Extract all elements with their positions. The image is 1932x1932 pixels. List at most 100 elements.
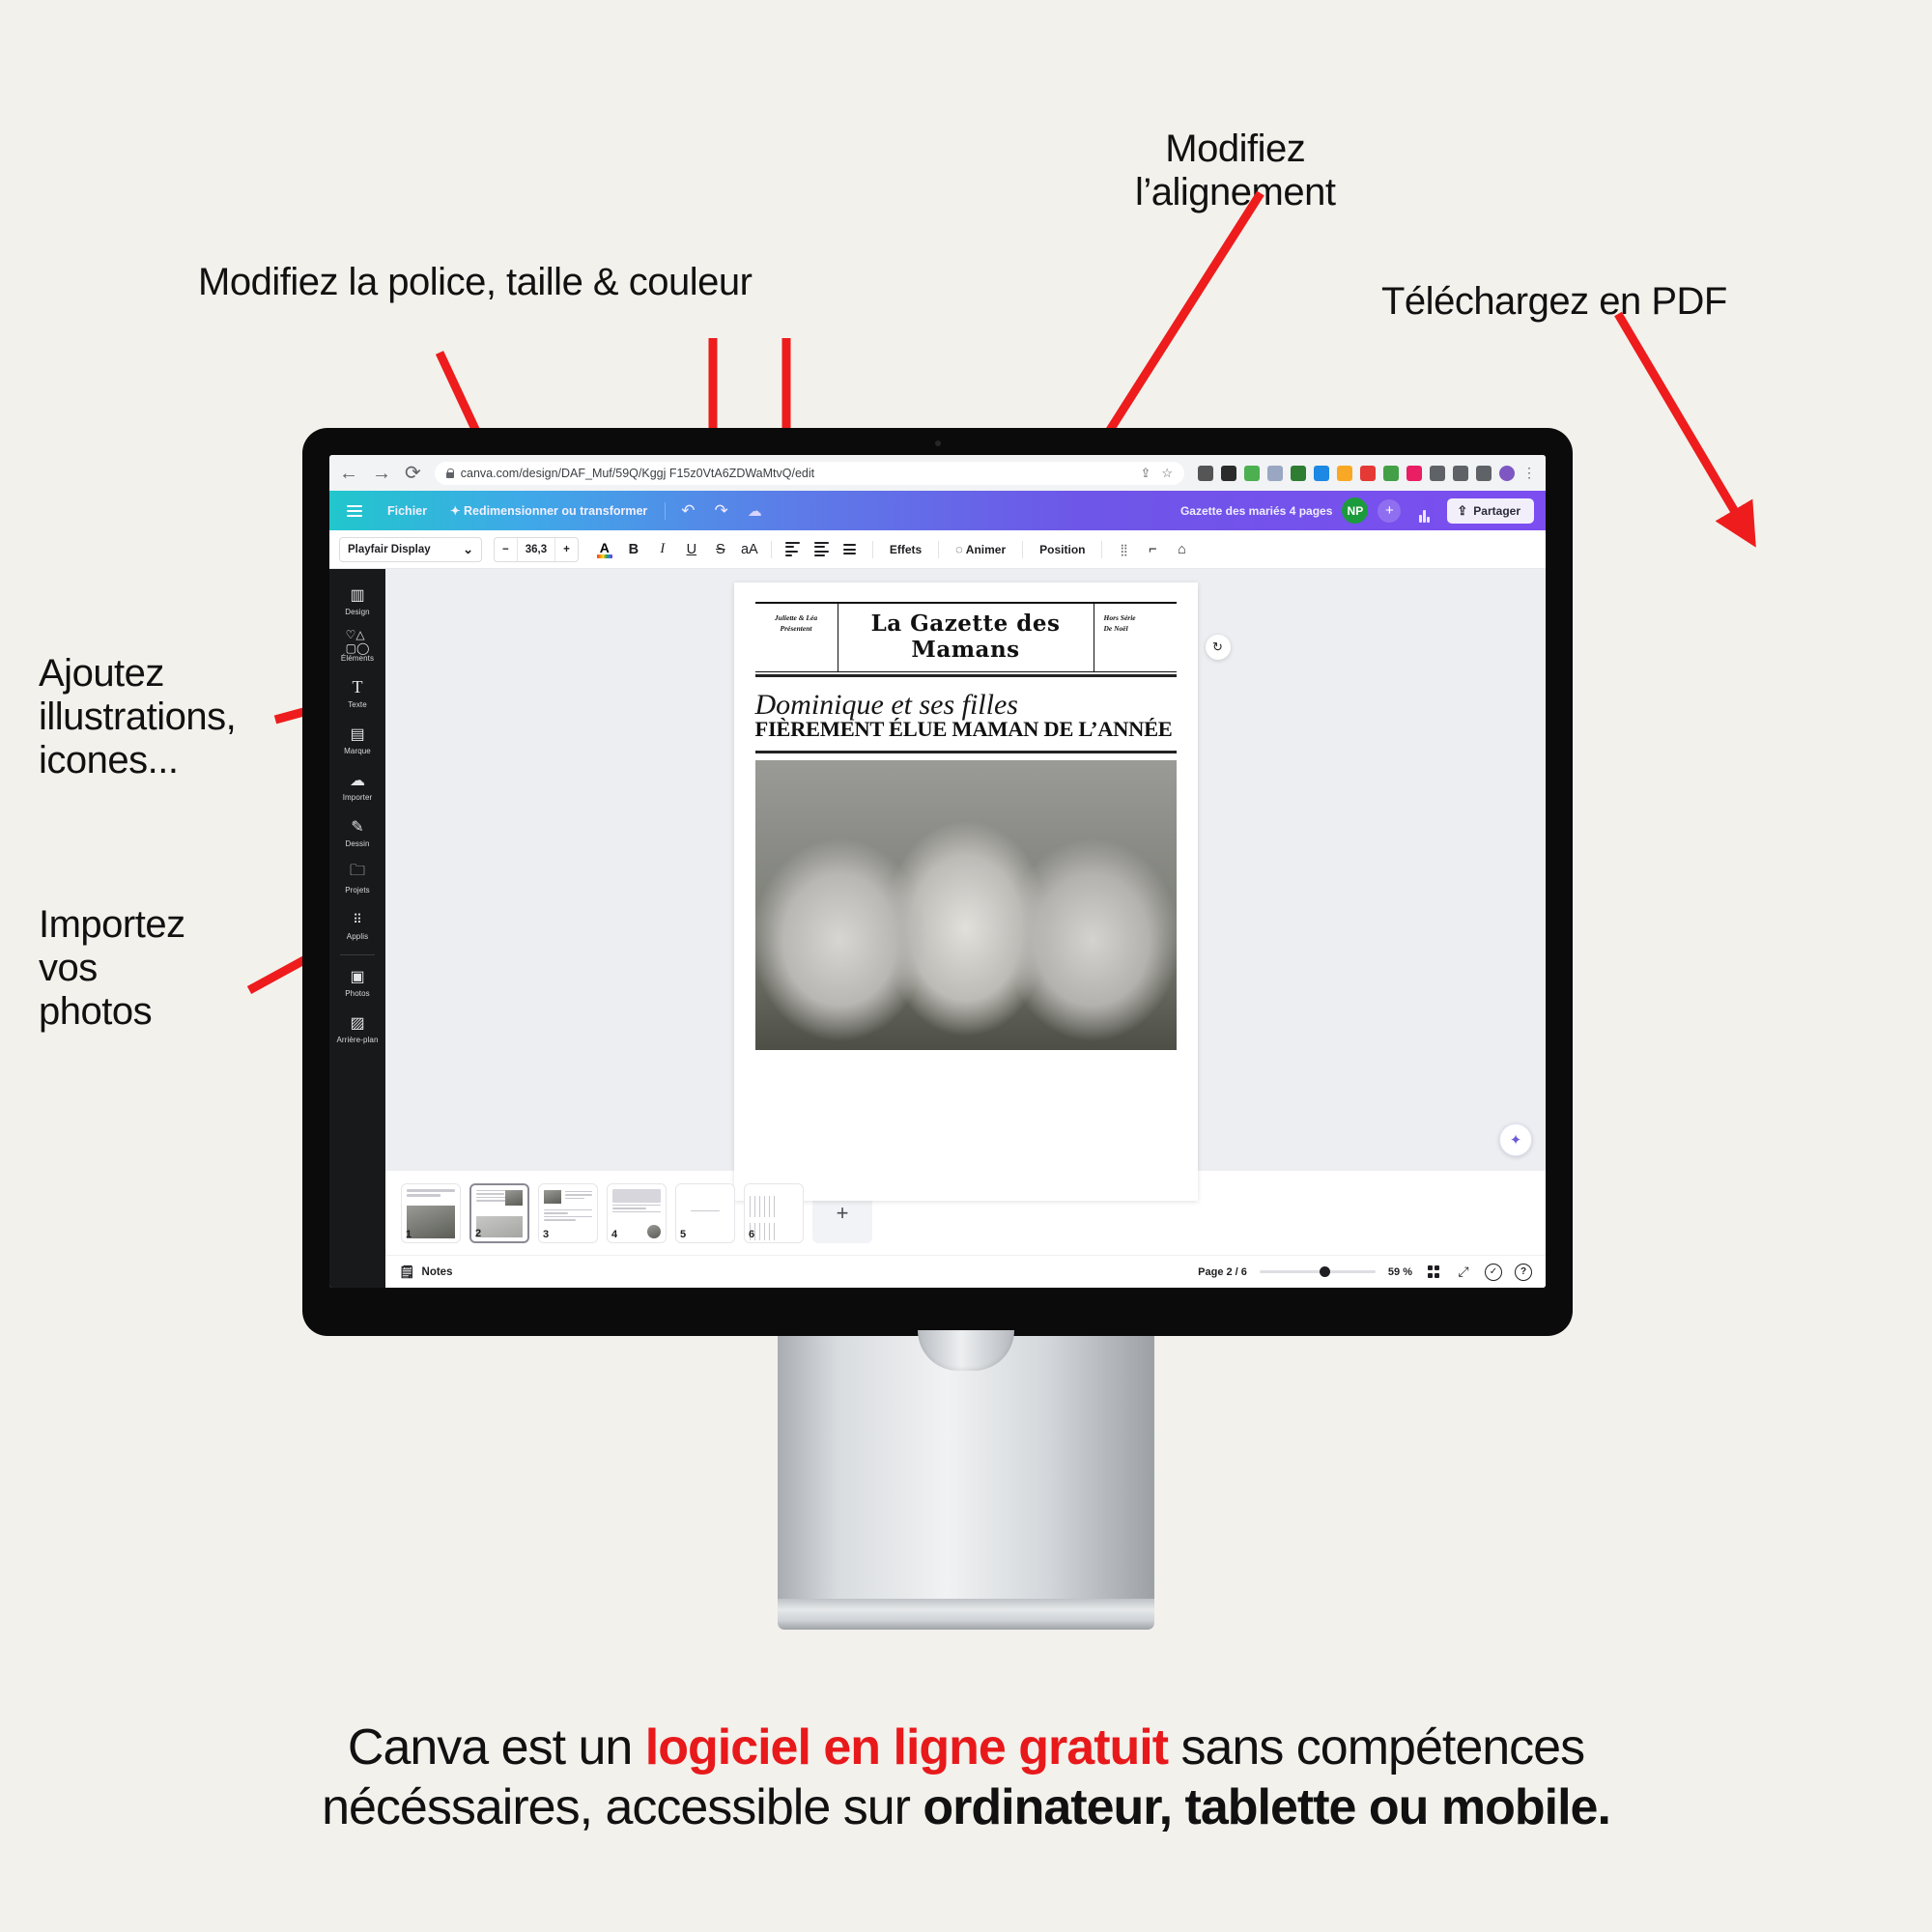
- masthead-title[interactable]: La Gazette des Mamans: [838, 604, 1094, 671]
- sidebar-item-brand[interactable]: ▤ Marque: [329, 716, 385, 762]
- text-color-letter: A: [599, 539, 610, 555]
- lock-icon[interactable]: ⌂: [1167, 537, 1196, 562]
- headline-script[interactable]: Dominique et ses filles: [755, 691, 1177, 720]
- bookmark-icon[interactable]: ☆: [1161, 466, 1173, 481]
- check-circle-icon[interactable]: ✓: [1485, 1263, 1502, 1281]
- monitor-stand-base: [778, 1599, 1154, 1630]
- ext-icon-blue[interactable]: [1314, 465, 1329, 481]
- comment-icon[interactable]: ↻: [1205, 635, 1231, 660]
- notes-icon: 🗒: [399, 1264, 415, 1279]
- thumbnail-page-6[interactable]: 6: [744, 1182, 804, 1243]
- hatch-icon: ▨: [350, 1014, 365, 1032]
- ext-icon-pen[interactable]: [1198, 465, 1213, 481]
- text-color-button[interactable]: A: [590, 537, 619, 562]
- sidebar-item-draw[interactable]: ✎ Dessin: [329, 809, 385, 855]
- annotation-alignment: Modifiez l’alignement: [1135, 128, 1336, 213]
- add-collaborator-button[interactable]: +: [1378, 498, 1402, 523]
- notes-button[interactable]: 🗒 Notes: [399, 1264, 452, 1280]
- effects-button[interactable]: Effets: [880, 543, 931, 556]
- sidebar-item-background[interactable]: ▨ Arrière-plan: [329, 1005, 385, 1051]
- thumbnail-page-5[interactable]: 5: [675, 1182, 735, 1243]
- sidebar-item-projects[interactable]: 🗀 Projets: [329, 855, 385, 901]
- line-spacing-icon[interactable]: [837, 537, 866, 562]
- masthead-left-text[interactable]: Juliette & Léa Présentent: [755, 604, 838, 671]
- thumbnail-number: 2: [475, 1227, 482, 1239]
- share-button[interactable]: ⇪ Partager: [1447, 497, 1534, 524]
- strikethrough-button[interactable]: S: [706, 537, 735, 562]
- ext-icon-red[interactable]: [1360, 465, 1376, 481]
- position-button[interactable]: Position: [1030, 543, 1094, 556]
- zoom-slider-knob[interactable]: [1319, 1266, 1330, 1277]
- ext-icon-window[interactable]: [1476, 465, 1492, 481]
- ext-icon-pinterest[interactable]: [1406, 465, 1422, 481]
- thumbnail-page-2[interactable]: 2: [469, 1182, 529, 1243]
- profile-avatar-icon[interactable]: [1499, 465, 1515, 481]
- forward-icon[interactable]: →: [372, 464, 391, 483]
- ext-icon-gear[interactable]: [1337, 465, 1352, 481]
- expand-icon[interactable]: ⤢: [1455, 1264, 1472, 1281]
- ext-icon-download[interactable]: [1453, 465, 1468, 481]
- sidebar-item-photos[interactable]: ▣ Photos: [329, 958, 385, 1005]
- italic-button[interactable]: I: [648, 537, 677, 562]
- redo-icon[interactable]: ↷: [705, 501, 738, 521]
- back-icon[interactable]: ←: [339, 464, 358, 483]
- reload-icon[interactable]: ⟳: [405, 464, 421, 483]
- thumbnail-number: 3: [543, 1228, 550, 1240]
- zoom-slider[interactable]: [1259, 1266, 1376, 1277]
- browser-menu-icon[interactable]: ⋮: [1522, 465, 1536, 481]
- hamburger-icon[interactable]: [347, 504, 362, 517]
- ext-icon-puzzle[interactable]: [1430, 465, 1445, 481]
- ext-icon-f[interactable]: [1221, 465, 1236, 481]
- bottom-caption: Canva est un logiciel en ligne gratuit s…: [0, 1718, 1932, 1838]
- letter-case-button[interactable]: aA: [735, 537, 764, 562]
- ext-icon-green2[interactable]: [1383, 465, 1399, 481]
- avatar[interactable]: NP: [1342, 497, 1369, 524]
- masthead-right-text[interactable]: Hors Série De Noël: [1093, 604, 1177, 671]
- help-icon[interactable]: ?: [1515, 1263, 1532, 1281]
- bullet-list-icon[interactable]: [808, 537, 837, 562]
- transparency-icon[interactable]: ⣿: [1109, 537, 1138, 562]
- canvas-scroll[interactable]: Juliette & Léa Présentent La Gazette des…: [385, 569, 1546, 1201]
- document-title[interactable]: Gazette des mariés 4 pages: [1180, 504, 1332, 518]
- sidebar-item-elements[interactable]: ♡△ ▢◯ Éléments: [329, 623, 385, 669]
- thumbnail-page-3[interactable]: 3: [538, 1182, 598, 1243]
- font-size-decrease[interactable]: −: [495, 538, 517, 561]
- undo-icon[interactable]: ↶: [671, 501, 704, 521]
- zoom-value[interactable]: 59 %: [1388, 1266, 1412, 1278]
- ext-icon-blue-grey[interactable]: [1267, 465, 1283, 481]
- ext-icon-dark-green[interactable]: [1291, 465, 1306, 481]
- font-family-select[interactable]: Playfair Display ⌄: [339, 536, 482, 562]
- headline-caps[interactable]: FIÈREMENT ÉLUE MAMAN DE L’ANNÉE: [755, 717, 1177, 742]
- sidebar-divider: [340, 954, 375, 955]
- chevron-down-icon: ⌄: [463, 541, 473, 556]
- thumbnail-page-1[interactable]: 1: [401, 1182, 461, 1243]
- align-left-icon[interactable]: [779, 537, 808, 562]
- bar-chart-icon[interactable]: [1410, 499, 1437, 523]
- resize-menu[interactable]: ✦ Redimensionner ou transformer: [439, 503, 659, 518]
- sidebar-item-design[interactable]: ▥ Design: [329, 577, 385, 623]
- underline-button[interactable]: U: [677, 537, 706, 562]
- share-page-icon[interactable]: ⇪: [1140, 466, 1151, 481]
- sidebar-item-text[interactable]: T Texte: [329, 669, 385, 716]
- file-menu[interactable]: Fichier: [376, 504, 439, 518]
- font-size-stepper[interactable]: − 36,3 +: [494, 536, 579, 562]
- thumb-photo-2: [476, 1215, 523, 1237]
- paint-roller-icon[interactable]: ⌐: [1138, 537, 1167, 562]
- magic-wand-icon[interactable]: ✦: [1499, 1123, 1532, 1156]
- bold-button[interactable]: B: [619, 537, 648, 562]
- sidebar-item-apps[interactable]: ⠿ Applis: [329, 901, 385, 948]
- sidebar-item-upload[interactable]: ☁ Importer: [329, 762, 385, 809]
- editor-body: ▥ Design ♡△ ▢◯ Éléments T Texte ▤ Marque …: [329, 569, 1546, 1288]
- font-size-increase[interactable]: +: [555, 538, 578, 561]
- address-bar[interactable]: canva.com/design/DAF_Muf/59Q/Kggj F15z0V…: [434, 461, 1184, 485]
- design-page[interactable]: Juliette & Léa Présentent La Gazette des…: [733, 582, 1231, 1201]
- thumbnail-page-4[interactable]: 4: [607, 1182, 667, 1243]
- grid-view-icon[interactable]: [1425, 1264, 1442, 1281]
- cloud-save-icon[interactable]: ☁: [738, 502, 772, 520]
- font-size-value[interactable]: 36,3: [516, 537, 556, 561]
- page-photo[interactable]: [754, 760, 1177, 1050]
- ext-icon-green[interactable]: [1244, 465, 1260, 481]
- animate-button[interactable]: ◌ Animer: [946, 542, 1015, 556]
- headline-rule: [754, 751, 1177, 753]
- caption-part1: Canva est un: [347, 1719, 645, 1776]
